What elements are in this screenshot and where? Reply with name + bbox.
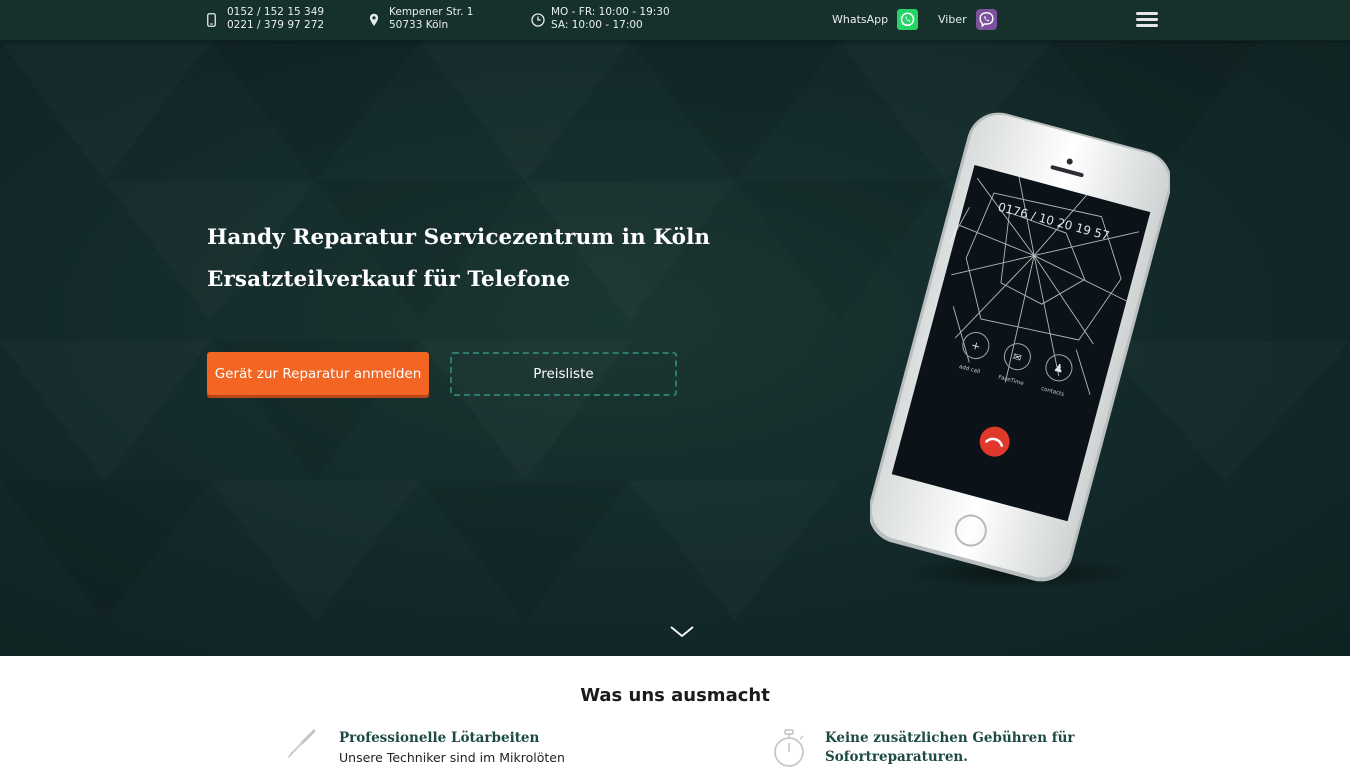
chevron-down-icon[interactable] — [669, 625, 695, 639]
hero-title-line-1: Handy Reparatur Servicezentrum in Köln — [207, 225, 711, 250]
hours-saturday: SA: 10:00 - 17:00 — [551, 19, 643, 31]
feature-soldering-description: Unsere Techniker sind im Mikrolöten — [339, 750, 565, 765]
hamburger-menu-icon[interactable] — [1136, 12, 1158, 30]
clock-icon — [531, 13, 545, 27]
feature-no-fees-title-line-2: Sofortreparaturen. — [825, 749, 968, 765]
viber-label: Viber — [938, 13, 967, 26]
phone-number-2[interactable]: 0221 / 379 97 272 — [227, 19, 324, 32]
whatsapp-link[interactable]: WhatsApp — [832, 9, 919, 30]
register-repair-button[interactable]: Gerät zur Reparatur anmelden — [207, 352, 429, 395]
address: Kempener Str. 1 50733 Köln — [369, 6, 473, 32]
viber-link[interactable]: Viber — [938, 9, 997, 30]
phone-icon — [207, 13, 216, 27]
phone-contact[interactable]: 0152 / 152 15 349 0221 / 379 97 272 — [207, 6, 324, 32]
features-title: Was uns ausmacht — [580, 685, 770, 706]
broken-phone-image: 0176 / 10 20 19 57 + ✉ ♟ add call FaceTi… — [870, 112, 1170, 589]
feature-soldering: Professionelle Lötarbeiten Unsere Techni… — [287, 729, 587, 767]
hero-title-line-2: Ersatzteilverkauf für Telefone — [207, 267, 571, 292]
stopwatch-icon — [774, 729, 804, 767]
phone-number-1[interactable]: 0152 / 152 15 349 — [227, 6, 324, 19]
hours-weekdays: MO - FR: 10:00 - 19:30 — [551, 6, 670, 18]
hero-section: Handy Reparatur Servicezentrum in Köln E… — [0, 41, 1350, 656]
feature-no-fees: Keine zusätzlichen Gebühren für Sofortre… — [772, 729, 1092, 767]
features-section: Was uns ausmacht Professionelle Lötarbei… — [0, 656, 1350, 767]
whatsapp-label: WhatsApp — [832, 13, 889, 26]
opening-hours: MO - FR: 10:00 - 19:30 SA: 10:00 - 17:00 — [531, 6, 670, 32]
feature-soldering-title: Professionelle Lötarbeiten — [339, 730, 540, 746]
viber-icon — [975, 9, 997, 30]
location-pin-icon — [369, 13, 379, 26]
address-city: 50733 Köln — [389, 19, 449, 31]
top-bar: 0152 / 152 15 349 0221 / 379 97 272 Kemp… — [0, 0, 1350, 41]
whatsapp-icon — [897, 9, 919, 30]
address-street: Kempener Str. 1 — [389, 6, 474, 18]
soldering-iron-icon — [288, 729, 316, 758]
feature-no-fees-title-line-1: Keine zusätzlichen Gebühren für — [825, 730, 1075, 746]
price-list-button[interactable]: Preisliste — [450, 352, 677, 396]
